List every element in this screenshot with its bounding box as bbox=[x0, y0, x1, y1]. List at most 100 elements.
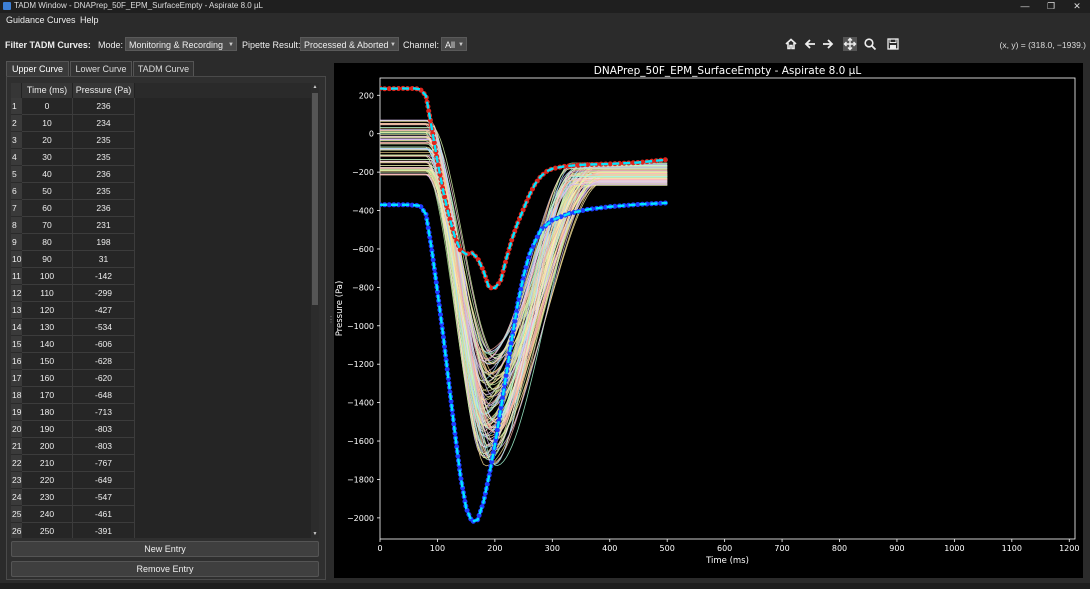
time-cell[interactable]: 40 bbox=[22, 166, 73, 183]
time-cell[interactable]: 60 bbox=[22, 200, 73, 217]
table-scrollbar[interactable]: ▲ ▼ bbox=[311, 83, 319, 538]
table-row[interactable]: 14 130 -534 bbox=[11, 319, 135, 336]
table-row[interactable]: 3 20 235 bbox=[11, 132, 135, 149]
time-cell[interactable]: 70 bbox=[22, 217, 73, 234]
tadm-plot[interactable]: DNAPrep_50F_EPM_SurfaceEmpty - Aspirate … bbox=[334, 63, 1083, 578]
forward-arrow-icon[interactable] bbox=[821, 37, 835, 51]
column-header-time[interactable]: Time (ms) bbox=[22, 83, 73, 98]
time-cell[interactable]: 220 bbox=[22, 472, 73, 489]
home-icon[interactable] bbox=[784, 37, 798, 51]
time-cell[interactable]: 240 bbox=[22, 506, 73, 523]
channel-select[interactable]: All ▼ bbox=[441, 37, 467, 51]
pressure-cell[interactable]: -803 bbox=[73, 438, 135, 455]
pressure-cell[interactable]: 236 bbox=[73, 200, 135, 217]
time-cell[interactable]: 20 bbox=[22, 132, 73, 149]
pressure-cell[interactable]: 31 bbox=[73, 251, 135, 268]
splitter-handle[interactable]: ⋮ bbox=[327, 315, 335, 327]
table-row[interactable]: 19 180 -713 bbox=[11, 404, 135, 421]
pressure-cell[interactable]: -391 bbox=[73, 523, 135, 538]
time-cell[interactable]: 180 bbox=[22, 404, 73, 421]
pressure-cell[interactable]: -427 bbox=[73, 302, 135, 319]
pressure-cell[interactable]: 235 bbox=[73, 183, 135, 200]
pressure-cell[interactable]: -628 bbox=[73, 353, 135, 370]
pressure-cell[interactable]: -648 bbox=[73, 387, 135, 404]
table-row[interactable]: 25 240 -461 bbox=[11, 506, 135, 523]
new-entry-button[interactable]: New Entry bbox=[11, 541, 319, 557]
time-cell[interactable]: 10 bbox=[22, 115, 73, 132]
menu-guidance-curves[interactable]: Guidance Curves bbox=[6, 15, 76, 25]
scrollbar-thumb[interactable] bbox=[312, 93, 318, 305]
tab-lower-curve[interactable]: Lower Curve bbox=[70, 61, 132, 76]
table-row[interactable]: 23 220 -649 bbox=[11, 472, 135, 489]
pressure-cell[interactable]: -461 bbox=[73, 506, 135, 523]
pressure-cell[interactable]: 236 bbox=[73, 166, 135, 183]
pressure-cell[interactable]: -299 bbox=[73, 285, 135, 302]
table-row[interactable]: 17 160 -620 bbox=[11, 370, 135, 387]
scroll-up-icon[interactable]: ▲ bbox=[311, 83, 319, 91]
table-row[interactable]: 24 230 -547 bbox=[11, 489, 135, 506]
pressure-cell[interactable]: 235 bbox=[73, 149, 135, 166]
table-row[interactable]: 26 250 -391 bbox=[11, 523, 135, 538]
table-row[interactable]: 4 30 235 bbox=[11, 149, 135, 166]
pan-icon[interactable] bbox=[843, 37, 857, 51]
time-cell[interactable]: 120 bbox=[22, 302, 73, 319]
pipette-result-select[interactable]: Processed & Aborted ▼ bbox=[300, 37, 399, 51]
restore-button[interactable]: ❐ bbox=[1038, 0, 1064, 13]
table-row[interactable]: 22 210 -767 bbox=[11, 455, 135, 472]
time-cell[interactable]: 250 bbox=[22, 523, 73, 538]
zoom-icon[interactable] bbox=[863, 37, 877, 51]
table-row[interactable]: 1 0 236 bbox=[11, 98, 135, 115]
pressure-cell[interactable]: -606 bbox=[73, 336, 135, 353]
table-row[interactable]: 15 140 -606 bbox=[11, 336, 135, 353]
table-row[interactable]: 12 110 -299 bbox=[11, 285, 135, 302]
table-row[interactable]: 9 80 198 bbox=[11, 234, 135, 251]
pressure-cell[interactable]: -767 bbox=[73, 455, 135, 472]
table-row[interactable]: 18 170 -648 bbox=[11, 387, 135, 404]
pressure-cell[interactable]: 198 bbox=[73, 234, 135, 251]
plot-canvas[interactable]: DNAPrep_50F_EPM_SurfaceEmpty - Aspirate … bbox=[334, 63, 1083, 578]
pressure-cell[interactable]: -803 bbox=[73, 421, 135, 438]
time-cell[interactable]: 230 bbox=[22, 489, 73, 506]
time-cell[interactable]: 90 bbox=[22, 251, 73, 268]
time-cell[interactable]: 170 bbox=[22, 387, 73, 404]
scroll-down-icon[interactable]: ▼ bbox=[311, 530, 319, 538]
menu-help[interactable]: Help bbox=[80, 15, 99, 25]
minimize-button[interactable]: — bbox=[1012, 0, 1038, 13]
pressure-cell[interactable]: 234 bbox=[73, 115, 135, 132]
table-row[interactable]: 16 150 -628 bbox=[11, 353, 135, 370]
upper-guidance-curve-line[interactable] bbox=[380, 87, 668, 290]
time-cell[interactable]: 30 bbox=[22, 149, 73, 166]
time-cell[interactable]: 130 bbox=[22, 319, 73, 336]
table-row[interactable]: 11 100 -142 bbox=[11, 268, 135, 285]
table-row[interactable]: 8 70 231 bbox=[11, 217, 135, 234]
time-cell[interactable]: 80 bbox=[22, 234, 73, 251]
table-row[interactable]: 2 10 234 bbox=[11, 115, 135, 132]
tab-tadm-curve[interactable]: TADM Curve bbox=[133, 61, 194, 76]
pressure-cell[interactable]: -649 bbox=[73, 472, 135, 489]
table-row[interactable]: 21 200 -803 bbox=[11, 438, 135, 455]
pressure-cell[interactable]: -534 bbox=[73, 319, 135, 336]
table-row[interactable]: 6 50 235 bbox=[11, 183, 135, 200]
pressure-cell[interactable]: -713 bbox=[73, 404, 135, 421]
table-row[interactable]: 20 190 -803 bbox=[11, 421, 135, 438]
pressure-cell[interactable]: -620 bbox=[73, 370, 135, 387]
back-arrow-icon[interactable] bbox=[803, 37, 817, 51]
time-cell[interactable]: 110 bbox=[22, 285, 73, 302]
time-cell[interactable]: 190 bbox=[22, 421, 73, 438]
mode-select[interactable]: Monitoring & Recording ▼ bbox=[125, 37, 237, 51]
time-cell[interactable]: 0 bbox=[22, 98, 73, 115]
remove-entry-button[interactable]: Remove Entry bbox=[11, 561, 319, 577]
time-cell[interactable]: 200 bbox=[22, 438, 73, 455]
column-header-pressure[interactable]: Pressure (Pa) bbox=[73, 83, 135, 98]
save-icon[interactable] bbox=[886, 37, 900, 51]
time-cell[interactable]: 210 bbox=[22, 455, 73, 472]
table-row[interactable]: 10 90 31 bbox=[11, 251, 135, 268]
time-cell[interactable]: 160 bbox=[22, 370, 73, 387]
close-button[interactable]: ✕ bbox=[1064, 0, 1090, 13]
pressure-cell[interactable]: -142 bbox=[73, 268, 135, 285]
tab-upper-curve[interactable]: Upper Curve bbox=[6, 61, 69, 76]
table-row[interactable]: 7 60 236 bbox=[11, 200, 135, 217]
table-row[interactable]: 5 40 236 bbox=[11, 166, 135, 183]
pressure-cell[interactable]: 235 bbox=[73, 132, 135, 149]
time-cell[interactable]: 100 bbox=[22, 268, 73, 285]
